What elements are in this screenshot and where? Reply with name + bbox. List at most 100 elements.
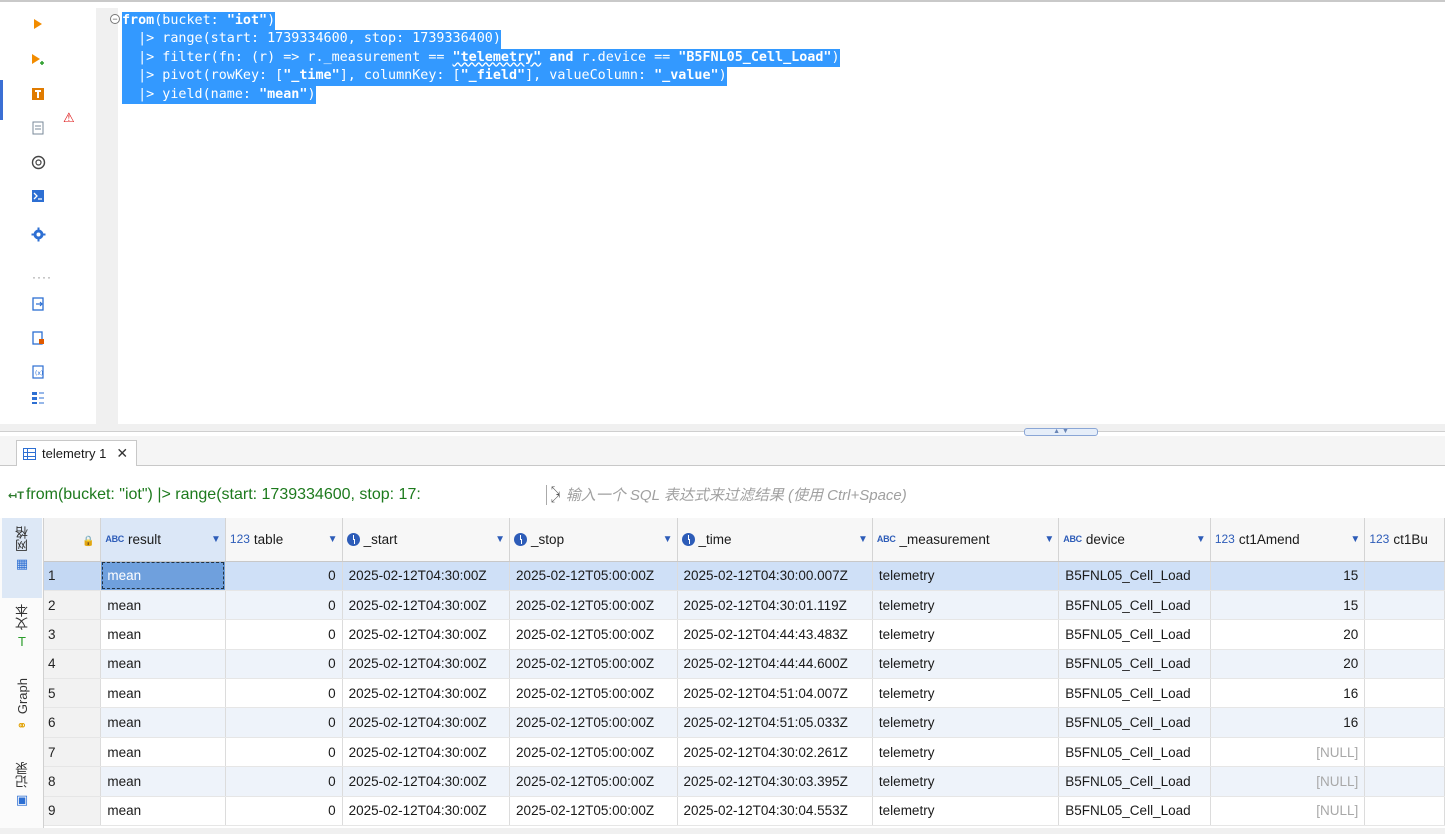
cell-time[interactable]: 2025-02-12T04:30:02.261Z xyxy=(677,737,873,768)
table-row[interactable]: 8 mean 0 2025-02-12T04:30:00Z 2025-02-12T05:… xyxy=(44,766,1445,797)
load-script-icon[interactable] xyxy=(28,294,48,314)
cell-start[interactable]: 2025-02-12T04:30:00Z xyxy=(342,766,511,797)
row-number[interactable]: 7 xyxy=(44,737,102,768)
cell-device[interactable]: B5FNL05_Cell_Load xyxy=(1058,590,1211,621)
fold-collapse-icon[interactable]: − xyxy=(110,14,120,24)
cell-device[interactable]: B5FNL05_Cell_Load xyxy=(1058,707,1211,738)
filter-query-text[interactable]: from(bucket: "iot") |> range(start: 1739… xyxy=(26,486,546,504)
cell-stop[interactable]: 2025-02-12T05:00:00Z xyxy=(509,796,678,827)
cell-table[interactable]: 0 xyxy=(225,619,343,650)
cell-measurement[interactable]: telemetry xyxy=(872,766,1060,797)
query-code[interactable]: from(bucket: "iot") |> range(start: 1739… xyxy=(122,12,840,104)
cell-ct1bu[interactable] xyxy=(1364,796,1445,827)
cell-start[interactable]: 2025-02-12T04:30:00Z xyxy=(342,707,511,738)
cell-measurement[interactable]: telemetry xyxy=(872,796,1060,827)
chevron-down-icon[interactable]: ▼ xyxy=(1350,534,1360,545)
cell-ct1amend[interactable]: [NULL] xyxy=(1210,796,1366,827)
cell-measurement[interactable]: telemetry xyxy=(872,707,1060,738)
cell-stop[interactable]: 2025-02-12T05:00:00Z xyxy=(509,649,678,680)
cell-device[interactable]: B5FNL05_Cell_Load xyxy=(1058,649,1211,680)
column-header-time[interactable]: _time ▼ xyxy=(677,518,873,562)
cell-time[interactable]: 2025-02-12T04:44:43.483Z xyxy=(677,619,873,650)
table-row[interactable]: 1 mean 0 2025-02-12T04:30:00Z 2025-02-12T05:… xyxy=(44,561,1445,591)
cell-ct1amend[interactable]: 15 xyxy=(1210,590,1366,621)
cell-ct1amend[interactable]: 16 xyxy=(1210,707,1366,738)
column-header-measurement[interactable]: ABC _measurement ▼ xyxy=(872,518,1060,562)
cell-start[interactable]: 2025-02-12T04:30:00Z xyxy=(342,796,511,827)
column-header-result[interactable]: ABC result ▼ xyxy=(100,518,226,562)
cell-ct1amend[interactable]: [NULL] xyxy=(1210,766,1366,797)
cell-stop[interactable]: 2025-02-12T05:00:00Z xyxy=(509,766,678,797)
row-number[interactable]: 9 xyxy=(44,796,102,827)
cell-stop[interactable]: 2025-02-12T05:00:00Z xyxy=(509,707,678,738)
cell-measurement[interactable]: telemetry xyxy=(872,737,1060,768)
chevron-down-icon[interactable]: ▼ xyxy=(211,534,221,545)
sql-editor[interactable]: ···· (x) ⚠ − from(bucket: "iot") |> rang… xyxy=(0,0,1445,436)
cell-device[interactable]: B5FNL05_Cell_Load xyxy=(1058,737,1211,768)
cell-result[interactable]: mean xyxy=(100,678,226,709)
cell-time[interactable]: 2025-02-12T04:51:04.007Z xyxy=(677,678,873,709)
explain-icon[interactable] xyxy=(28,84,48,104)
cell-time[interactable]: 2025-02-12T04:30:01.119Z xyxy=(677,590,873,621)
cell-stop[interactable]: 2025-02-12T05:00:00Z xyxy=(509,590,678,621)
cell-measurement[interactable]: telemetry xyxy=(872,649,1060,680)
cell-ct1bu[interactable] xyxy=(1364,561,1445,591)
cell-time[interactable]: 2025-02-12T04:30:00.007Z xyxy=(677,561,873,591)
new-script-icon[interactable] xyxy=(28,328,48,348)
cell-result[interactable]: mean xyxy=(100,649,226,680)
tab-text[interactable]: 文本 T xyxy=(2,600,42,660)
cell-time[interactable]: 2025-02-12T04:30:03.395Z xyxy=(677,766,873,797)
cell-device[interactable]: B5FNL05_Cell_Load xyxy=(1058,561,1211,591)
terminal-icon[interactable] xyxy=(28,186,48,206)
tab-telemetry-1[interactable]: telemetry 1 ✕ xyxy=(16,440,138,466)
warning-icon[interactable]: ⚠ xyxy=(63,110,75,126)
cell-ct1bu[interactable] xyxy=(1364,707,1445,738)
run-icon[interactable] xyxy=(28,14,48,34)
chevron-down-icon[interactable]: ▼ xyxy=(495,534,505,545)
export-icon[interactable] xyxy=(28,118,48,138)
table-row[interactable]: 2 mean 0 2025-02-12T04:30:00Z 2025-02-12T05:… xyxy=(44,590,1445,621)
column-header-ct1amend[interactable]: 123 ct1Amend ▼ xyxy=(1210,518,1366,562)
cell-time[interactable]: 2025-02-12T04:51:05.033Z xyxy=(677,707,873,738)
panel-splitter-handle[interactable]: ▲ ▼ xyxy=(1024,428,1098,436)
chevron-down-icon[interactable]: ▼ xyxy=(1044,534,1054,545)
cell-device[interactable]: B5FNL05_Cell_Load xyxy=(1058,796,1211,827)
table-row[interactable]: 4 mean 0 2025-02-12T04:30:00Z 2025-02-12T05:… xyxy=(44,649,1445,680)
table-row[interactable]: 9 mean 0 2025-02-12T04:30:00Z 2025-02-12T05:… xyxy=(44,796,1445,827)
table-row[interactable]: 7 mean 0 2025-02-12T04:30:00Z 2025-02-12T05:… xyxy=(44,737,1445,768)
chevron-down-icon[interactable]: ▼ xyxy=(1196,534,1206,545)
cell-table[interactable]: 0 xyxy=(225,796,343,827)
row-number[interactable]: 3 xyxy=(44,619,102,650)
cell-measurement[interactable]: telemetry xyxy=(872,590,1060,621)
table-row[interactable]: 6 mean 0 2025-02-12T04:30:00Z 2025-02-12T05:… xyxy=(44,707,1445,738)
chevron-down-icon[interactable]: ▼ xyxy=(858,534,868,545)
cell-table[interactable]: 0 xyxy=(225,590,343,621)
cell-time[interactable]: 2025-02-12T04:30:04.553Z xyxy=(677,796,873,827)
cell-measurement[interactable]: telemetry xyxy=(872,678,1060,709)
cell-start[interactable]: 2025-02-12T04:30:00Z xyxy=(342,737,511,768)
cell-table[interactable]: 0 xyxy=(225,561,343,591)
cell-ct1amend[interactable]: 20 xyxy=(1210,619,1366,650)
row-number[interactable]: 8 xyxy=(44,766,102,797)
tab-records[interactable]: 记录 ▣ xyxy=(2,762,42,832)
cell-start[interactable]: 2025-02-12T04:30:00Z xyxy=(342,649,511,680)
cell-table[interactable]: 0 xyxy=(225,678,343,709)
row-number[interactable]: 6 xyxy=(44,707,102,738)
table-row[interactable]: 5 mean 0 2025-02-12T04:30:00Z 2025-02-12T05:… xyxy=(44,678,1445,709)
cell-measurement[interactable]: telemetry xyxy=(872,561,1060,591)
cell-ct1amend[interactable]: 20 xyxy=(1210,649,1366,680)
close-icon[interactable]: ✕ xyxy=(116,445,128,462)
row-number[interactable]: 4 xyxy=(44,649,102,680)
cell-start[interactable]: 2025-02-12T04:30:00Z xyxy=(342,590,511,621)
cell-table[interactable]: 0 xyxy=(225,707,343,738)
cell-stop[interactable]: 2025-02-12T05:00:00Z xyxy=(509,737,678,768)
cell-ct1bu[interactable] xyxy=(1364,619,1445,650)
filter-input[interactable] xyxy=(565,486,1445,504)
row-number[interactable]: 5 xyxy=(44,678,102,709)
cell-stop[interactable]: 2025-02-12T05:00:00Z xyxy=(509,561,678,591)
column-header-table[interactable]: 123 table ▼ xyxy=(225,518,343,562)
settings-icon[interactable] xyxy=(28,224,48,244)
cell-result[interactable]: mean xyxy=(100,796,226,827)
row-header-corner[interactable]: 🔒 xyxy=(44,518,102,562)
openai-icon[interactable] xyxy=(28,152,48,172)
